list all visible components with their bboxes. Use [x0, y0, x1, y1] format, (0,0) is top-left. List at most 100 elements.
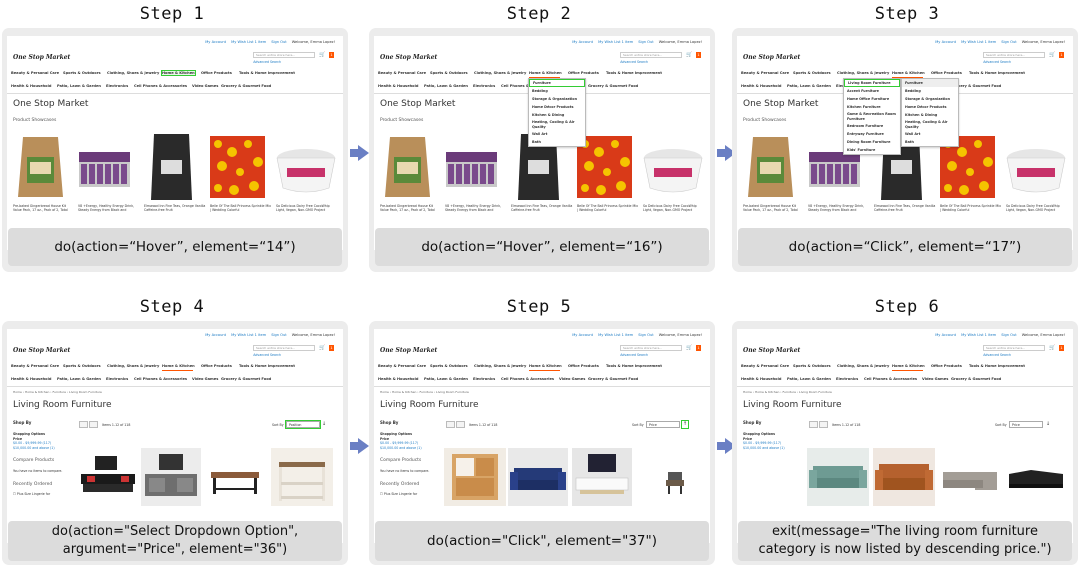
grid-view-icon[interactable]: [79, 421, 88, 428]
menu-item-kids-furniture[interactable]: Kids' Furniture: [844, 146, 900, 154]
nav-home-kitchen[interactable]: Home & Kitchen: [161, 70, 196, 76]
menu-item-bath[interactable]: Bath: [529, 138, 585, 146]
sort-by-select[interactable]: Position: [285, 420, 321, 429]
product-image-black-sectional[interactable]: [1005, 448, 1067, 506]
search-input[interactable]: Search entire store here...: [983, 345, 1045, 351]
nav-grocery[interactable]: Grocery & Gourmet Food: [588, 84, 638, 88]
grid-view-icon[interactable]: [809, 421, 818, 428]
nav-office[interactable]: Office Products: [201, 364, 232, 368]
menu-item-furniture[interactable]: Furniture: [529, 79, 585, 87]
menu-item-kitchen-furniture[interactable]: Kitchen Furniture: [844, 103, 900, 111]
nav-clothing[interactable]: Clothing, Shoes & Jewelry: [837, 364, 889, 368]
nav-cellphones[interactable]: Cell Phones & Accessories: [501, 377, 554, 381]
advanced-search-link[interactable]: Advanced Search: [983, 60, 1011, 64]
menu-item-dining-room-furniture[interactable]: Dining Room Furniture: [844, 138, 900, 146]
grid-view-icon[interactable]: [446, 421, 455, 428]
product-image-console-table[interactable]: [271, 448, 333, 506]
nav-grocery[interactable]: Grocery & Gourmet Food: [588, 377, 638, 381]
nav-electronics[interactable]: Electronics: [473, 377, 495, 381]
menu-item-kitchen-dining[interactable]: Kitchen & Dining: [902, 111, 958, 119]
nav-electronics[interactable]: Electronics: [473, 84, 495, 88]
nav-sports[interactable]: Sports & Outdoors: [430, 71, 468, 75]
menu-item-bedding[interactable]: Bedding: [529, 87, 585, 95]
nav-sports[interactable]: Sports & Outdoors: [430, 364, 468, 368]
sign-out-link[interactable]: Sign Out: [271, 333, 287, 337]
nav-tools[interactable]: Tools & Home Improvement: [969, 364, 1025, 368]
my-account-link[interactable]: My Account: [935, 333, 956, 337]
wishlist-link[interactable]: My Wish List 1 item: [961, 333, 996, 337]
nav-electronics[interactable]: Electronics: [106, 377, 128, 381]
nav-electronics[interactable]: Electronics: [106, 84, 128, 88]
product-name[interactable]: Pre-baked Gingerbread House Kit Value Pa…: [380, 204, 442, 212]
product-image-cocowhip[interactable]: [642, 132, 704, 202]
menu-item-game-recreation-furniture[interactable]: Game & Recreation Room Furniture: [844, 111, 900, 122]
advanced-search-link[interactable]: Advanced Search: [983, 353, 1011, 357]
price-range-link[interactable]: $10,000.00 and above (1): [13, 446, 55, 450]
menu-item-accent-furniture[interactable]: Accent Furniture: [844, 87, 900, 95]
product-name[interactable]: V8 +Energy, Healthy Energy Drink, Steady…: [78, 204, 140, 212]
nav-health[interactable]: Health & Household: [11, 84, 51, 88]
site-logo[interactable]: One Stop Market: [380, 54, 437, 61]
wishlist-link[interactable]: My Wish List 1 item: [231, 40, 266, 44]
list-view-icon[interactable]: [89, 421, 98, 428]
menu-item-wall-art[interactable]: Wall Art: [902, 130, 958, 138]
nav-patio[interactable]: Patio, Lawn & Garden: [787, 377, 831, 381]
nav-health[interactable]: Health & Household: [741, 377, 781, 381]
nav-sports[interactable]: Sports & Outdoors: [793, 71, 831, 75]
product-image-leather-sofa[interactable]: [873, 448, 935, 506]
nav-grocery[interactable]: Grocery & Gourmet Food: [221, 84, 271, 88]
product-name[interactable]: Pre-baked Gingerbread House Kit Value Pa…: [743, 204, 805, 212]
sort-direction-arrow-icon[interactable]: ↓: [321, 421, 327, 428]
nav-beauty[interactable]: Beauty & Personal Care: [378, 71, 426, 75]
list-view-icon[interactable]: [819, 421, 828, 428]
nav-videogames[interactable]: Video Games: [192, 84, 218, 88]
menu-item-entryway-furniture[interactable]: Entryway Furniture: [844, 130, 900, 138]
nav-clothing[interactable]: Clothing, Shoes & Jewelry: [107, 364, 159, 368]
product-image-tv-console[interactable]: [141, 448, 201, 506]
nav-beauty[interactable]: Beauty & Personal Care: [378, 364, 426, 368]
product-image-gingerbread[interactable]: [380, 132, 435, 202]
list-view-icon[interactable]: [456, 421, 465, 428]
advanced-search-link[interactable]: Advanced Search: [253, 353, 281, 357]
nav-beauty[interactable]: Beauty & Personal Care: [11, 364, 59, 368]
nav-clothing[interactable]: Clothing, Shoes & Jewelry: [474, 71, 526, 75]
menu-item-home-office-furniture[interactable]: Home Office Furniture: [844, 95, 900, 103]
menu-item-storage[interactable]: Storage & Organization: [529, 95, 585, 103]
sign-out-link[interactable]: Sign Out: [271, 40, 287, 44]
nav-health[interactable]: Health & Household: [378, 84, 418, 88]
advanced-search-link[interactable]: Advanced Search: [620, 353, 648, 357]
nav-tools[interactable]: Tools & Home Improvement: [969, 71, 1025, 75]
nav-tools[interactable]: Tools & Home Improvement: [239, 71, 295, 75]
sort-direction-arrow-icon[interactable]: ↑: [681, 420, 689, 429]
menu-item-furniture[interactable]: Furniture: [902, 79, 958, 87]
nav-videogames[interactable]: Video Games: [559, 377, 585, 381]
search-input[interactable]: Search entire store here...: [620, 52, 682, 58]
cart-icon[interactable]: 🛒: [1049, 52, 1056, 58]
sign-out-link[interactable]: Sign Out: [638, 333, 654, 337]
site-logo[interactable]: One Stop Market: [13, 54, 70, 61]
sign-out-link[interactable]: Sign Out: [638, 40, 654, 44]
nav-office[interactable]: Office Products: [931, 364, 962, 368]
product-name[interactable]: Pre-baked Gingerbread House Kit Value Pa…: [13, 204, 75, 212]
nav-patio[interactable]: Patio, Lawn & Garden: [57, 377, 101, 381]
product-image-sprinkles[interactable]: [210, 132, 265, 202]
nav-office[interactable]: Office Products: [568, 71, 599, 75]
cart-icon[interactable]: 🛒: [1049, 345, 1056, 351]
menu-item-kitchen-dining[interactable]: Kitchen & Dining: [529, 111, 585, 119]
product-image-storage-cabinet[interactable]: [444, 448, 506, 506]
product-image-tv-stand-black[interactable]: [77, 448, 139, 506]
nav-home-kitchen[interactable]: Home & Kitchen: [529, 71, 562, 75]
nav-clothing[interactable]: Clothing, Shoes & Jewelry: [837, 71, 889, 75]
sort-by-select[interactable]: Price: [1009, 421, 1043, 428]
search-input[interactable]: Search entire store here...: [253, 52, 315, 58]
my-account-link[interactable]: My Account: [205, 333, 226, 337]
product-image-tv-stand-white[interactable]: [572, 448, 632, 506]
my-account-link[interactable]: My Account: [572, 333, 593, 337]
product-image-gingerbread[interactable]: [13, 132, 68, 202]
product-image-v8[interactable]: [444, 132, 499, 202]
product-image-coffee-table[interactable]: [205, 448, 265, 506]
menu-item-heating[interactable]: Heating, Cooling & Air Quality: [529, 119, 585, 130]
nav-home-kitchen[interactable]: Home & Kitchen: [892, 71, 925, 75]
nav-beauty[interactable]: Beauty & Personal Care: [11, 71, 59, 75]
nav-tools[interactable]: Tools & Home Improvement: [606, 364, 662, 368]
